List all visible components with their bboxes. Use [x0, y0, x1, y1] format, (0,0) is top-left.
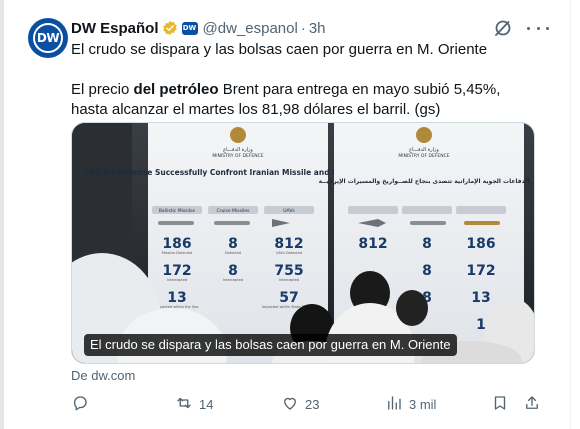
reply-icon [71, 394, 89, 415]
timestamp[interactable]: 3h [309, 20, 326, 37]
left-c2: 8 [228, 263, 238, 279]
tweet-text: El precio del petróleo Brent para entreg… [71, 80, 541, 120]
left-u2: 755 [274, 263, 303, 279]
right-v1: 812 [358, 236, 387, 252]
account-name[interactable]: DW Español [71, 20, 159, 37]
verified-badge-icon[interactable] [162, 20, 178, 36]
left-n1-label: Missiles Detected [162, 251, 193, 255]
left-border [0, 0, 4, 429]
share-button[interactable] [523, 394, 541, 414]
more-icon[interactable] [527, 20, 549, 36]
left-n1: 186 [162, 236, 191, 252]
like-button[interactable]: 23 [281, 394, 319, 414]
left-c1-label: Detected [225, 251, 241, 255]
avatar[interactable]: DW [28, 18, 68, 58]
avatar-logo-text: DW [36, 31, 60, 45]
tweet-text-link[interactable]: del petróleo [134, 81, 219, 98]
views-button[interactable]: 3 mil [385, 394, 436, 414]
tweet-text-part1: El precio [71, 81, 134, 98]
left-u1: 812 [274, 236, 303, 252]
like-count: 23 [305, 396, 320, 412]
reply-button[interactable] [71, 394, 95, 414]
link-card[interactable]: وزارة الدفـــاع MINISTRY OF DEFENCE UAE … [71, 122, 535, 364]
left-u2-label: Intercepted [279, 278, 299, 282]
right-v8: 1 [476, 317, 486, 333]
affiliate-badge-text: DW [182, 24, 197, 32]
left-col1-head: Ballistic Missiles [159, 208, 196, 214]
left-c2-label: Intercepted [223, 278, 243, 282]
like-icon [281, 394, 299, 415]
right-ministry-en: MINISTRY OF DEFENCE [398, 153, 449, 159]
bookmark-button[interactable] [491, 394, 509, 414]
repost-button[interactable]: 14 [175, 394, 213, 414]
repost-count: 14 [199, 396, 214, 412]
bookmark-icon [491, 394, 509, 415]
right-v2: 8 [422, 236, 432, 252]
left-n2-label: Intercepted [167, 278, 187, 282]
separator-dot: · [300, 19, 306, 37]
right-title: الدفاعات الجوية الإماراتية تتصدى بنجاح ل… [319, 178, 530, 185]
left-ministry-en: MINISTRY OF DEFENCE [212, 153, 263, 159]
grok-icon[interactable] [493, 18, 513, 38]
left-c1: 8 [228, 236, 238, 252]
card-source-link[interactable]: De dw.com [71, 368, 135, 383]
card-image: وزارة الدفـــاع MINISTRY OF DEFENCE UAE … [72, 123, 534, 363]
left-n2: 172 [162, 263, 191, 279]
left-ministry-ar: وزارة الدفـــاع [223, 147, 253, 153]
tweet[interactable]: DW DW Español DW @dw_espanol · 3h El cru… [22, 10, 562, 429]
tweet-header: DW Español DW @dw_espanol · 3h [71, 18, 326, 38]
left-n3: 13 [167, 290, 186, 306]
left-u1-label: UAVs Detected [276, 251, 302, 255]
right-v7: 13 [471, 290, 490, 306]
affiliate-badge-icon[interactable]: DW [181, 21, 198, 35]
right-v5: 172 [466, 263, 495, 279]
right-v4: 8 [422, 263, 432, 279]
avatar-ring: DW [33, 23, 63, 53]
left-u3: 57 [279, 290, 298, 306]
left-col2-head: Cruise Missiles [216, 208, 250, 214]
repost-icon [175, 394, 193, 415]
right-ministry-ar: وزارة الدفـــاع [409, 147, 439, 153]
share-icon [523, 394, 541, 415]
right-v3: 186 [466, 236, 495, 252]
left-col3-head: UAVs [283, 208, 295, 214]
views-count: 3 mil [409, 396, 437, 412]
account-handle[interactable]: @dw_espanol [203, 20, 298, 37]
tweet-headline: El crudo se dispara y las bolsas caen po… [71, 41, 488, 58]
right-scroll-area [570, 0, 580, 429]
card-caption: El crudo se dispara y las bolsas caen po… [84, 334, 457, 356]
tweet-actions: 14 23 3 mil [71, 394, 541, 414]
views-icon [385, 394, 403, 415]
